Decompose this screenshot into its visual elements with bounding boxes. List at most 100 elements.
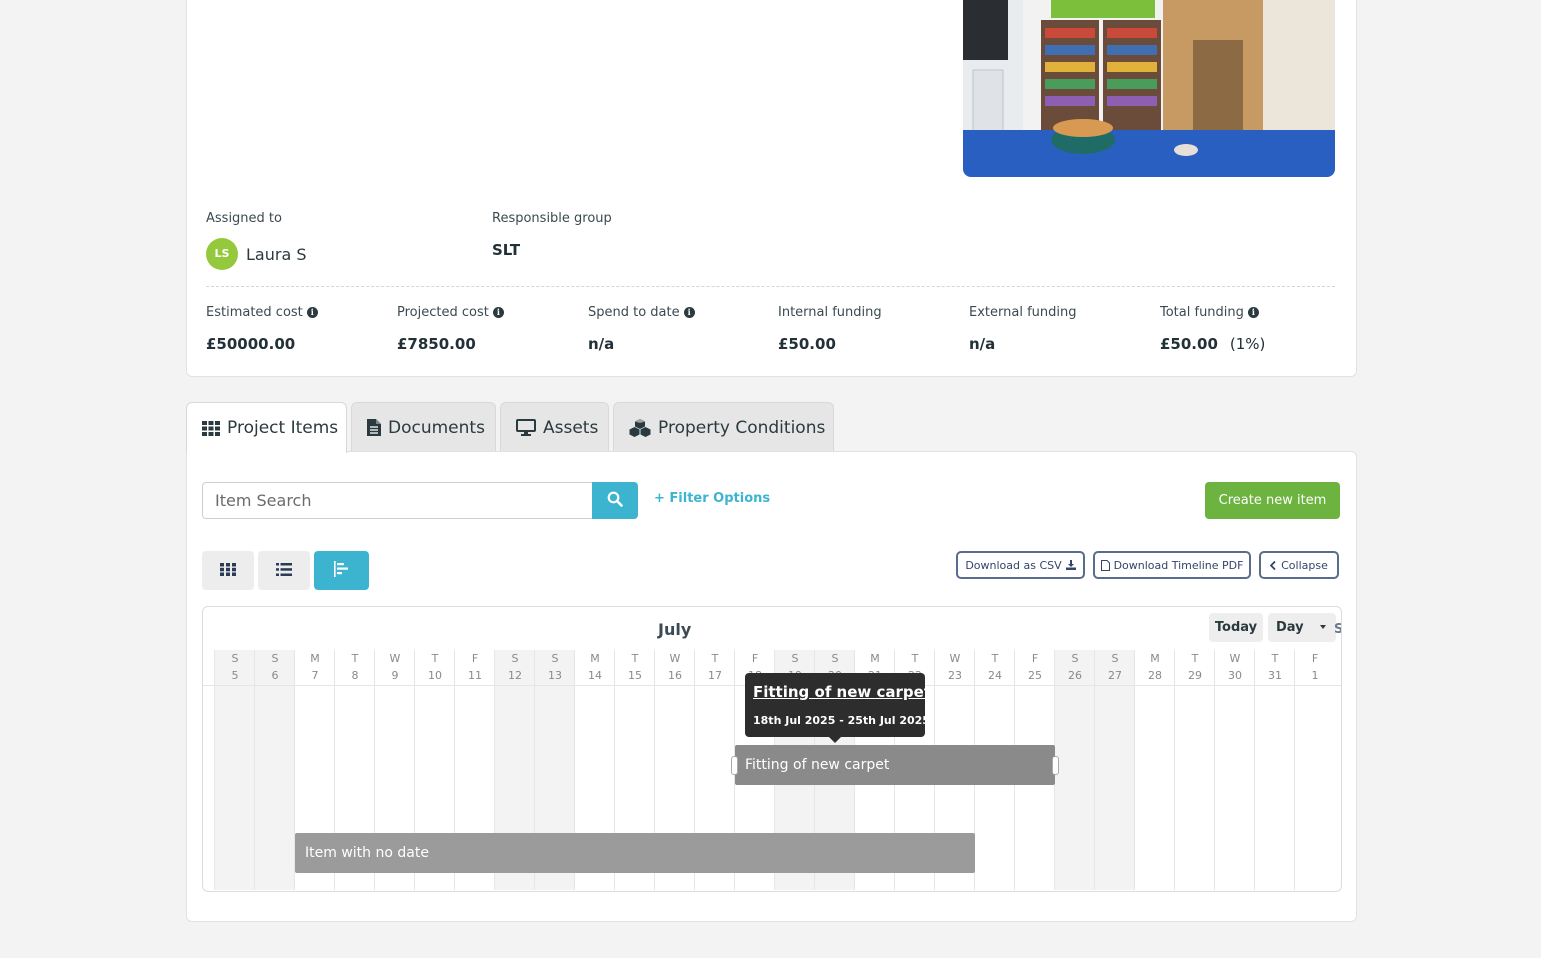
bar-label: Item with no date [305, 845, 429, 861]
section-divider [206, 286, 1335, 287]
timeline-chart: July Today Day S S5S6M7T8W9T10F11S12S13M… [202, 606, 1342, 892]
button-label: Collapse [1281, 558, 1328, 572]
view-scale-value: Day [1276, 620, 1304, 635]
project-photo [963, 0, 1335, 177]
timeline-day-header: F1 [1295, 650, 1335, 684]
list-icon [276, 561, 292, 580]
day-number: 25 [1028, 669, 1042, 682]
caret-down-icon [1320, 625, 1326, 629]
collapse-button[interactable]: Collapse [1259, 551, 1339, 579]
day-number: 13 [548, 669, 562, 682]
timeline-day-header: M 28 [1135, 650, 1175, 684]
timeline-month: July [658, 620, 692, 639]
day-letter: F [1311, 652, 1319, 665]
day-number: 29 [1188, 669, 1202, 682]
timeline-day-header: T 31 [1255, 650, 1295, 684]
timeline-view-button[interactable] [314, 551, 369, 590]
internal-funding-value: £50.00 [778, 335, 836, 353]
day-number: 11 [468, 669, 482, 682]
projected-cost-label: Projected cost i [397, 305, 504, 320]
day-number: 12 [508, 669, 522, 682]
bar-tooltip: Fitting of new carpet 18th Jul 2025 - 25… [745, 673, 931, 743]
resize-handle-start[interactable] [731, 756, 738, 775]
download-timeline-pdf-button[interactable]: Download Timeline PDF [1093, 551, 1251, 579]
search-icon [607, 491, 623, 511]
total-funding-value: £50.00 (1%) [1160, 335, 1266, 353]
timeline-day-header: T 24 [975, 650, 1015, 684]
day-number: 16 [668, 669, 682, 682]
timeline-day-header: W 16 [655, 650, 695, 684]
timeline-day-column: F1 [1294, 650, 1334, 890]
search-button[interactable] [592, 482, 638, 519]
timeline-day-column: W 30 [1214, 650, 1254, 890]
day-number: 6 [271, 669, 279, 682]
info-icon[interactable]: i [683, 307, 695, 318]
avatar: LS [206, 238, 238, 270]
info-icon[interactable]: i [1247, 307, 1259, 318]
timeline-bar-fitting-carpet[interactable]: Fitting of new carpet [731, 745, 1059, 785]
day-number: 17 [708, 669, 722, 682]
day-letter: F [751, 652, 759, 665]
list-view-button[interactable] [258, 551, 310, 590]
day-letter: M [590, 652, 600, 665]
timeline-day-header: S 27 [1095, 650, 1135, 684]
tab-project-items[interactable]: Project Items [186, 402, 347, 453]
estimated-cost-label: Estimated cost i [206, 305, 318, 320]
day-letter: S [551, 652, 559, 665]
tooltip-arrow [829, 737, 841, 743]
timeline-day-header: T 17 [695, 650, 735, 684]
monitor-icon [516, 419, 536, 436]
grid-view-button[interactable] [202, 551, 254, 590]
create-new-item-button[interactable]: Create new item [1205, 482, 1340, 519]
day-letter: S [231, 652, 239, 665]
button-label: Download as CSV [965, 558, 1062, 572]
grid-icon [202, 420, 220, 436]
search-input[interactable] [202, 482, 592, 519]
assigned-user-name[interactable]: Laura S [246, 245, 306, 264]
info-icon[interactable]: i [492, 307, 504, 318]
day-letter: W [949, 652, 961, 665]
timeline-day-header: T 29 [1175, 650, 1215, 684]
day-letter: M [1150, 652, 1160, 665]
tab-assets[interactable]: Assets [500, 402, 609, 452]
timeline-day-column: M 28 [1134, 650, 1174, 890]
tab-property-conditions[interactable]: Property Conditions [613, 402, 834, 452]
timeline-day-column: S 26 [1054, 650, 1094, 890]
tooltip-dates: 18th Jul 2025 - 25th Jul 2025 [753, 714, 930, 727]
estimated-cost-value: £50000.00 [206, 335, 296, 353]
timeline-bar-no-date[interactable]: Item with no date [295, 833, 975, 873]
tab-label: Property Conditions [658, 417, 826, 438]
day-letter: S [1071, 652, 1079, 665]
view-scale-select[interactable]: Day [1268, 613, 1336, 642]
timeline-day-header: F 25 [1015, 650, 1055, 684]
timeline-day-header: M 14 [575, 650, 615, 684]
day-letter: W [669, 652, 681, 665]
day-number: 31 [1268, 669, 1282, 682]
resize-handle-end[interactable] [1052, 756, 1059, 775]
info-icon[interactable]: i [306, 307, 318, 318]
timeline-day-header: S 13 [535, 650, 575, 684]
projected-cost-value: £7850.00 [397, 335, 476, 353]
day-number: 1 [1311, 669, 1319, 682]
day-letter: W [389, 652, 401, 665]
tooltip-title: Fitting of new carpet [753, 683, 931, 701]
day-number: 10 [428, 669, 442, 682]
button-label: Download Timeline PDF [1113, 558, 1244, 572]
internal-funding-label: Internal funding [778, 305, 882, 320]
tab-documents[interactable]: Documents [351, 402, 496, 452]
total-funding-label: Total funding i [1160, 305, 1259, 320]
tab-label: Project Items [227, 418, 339, 438]
download-csv-button[interactable]: Download as CSV [956, 551, 1085, 579]
external-funding-label: External funding [969, 305, 1077, 320]
day-number: 14 [588, 669, 602, 682]
assigned-to-label: Assigned to [206, 211, 282, 226]
timeline-day-header: S5 [215, 650, 255, 684]
day-number: 7 [311, 669, 319, 682]
today-button[interactable]: Today [1209, 613, 1263, 642]
timeline-day-header: T 10 [415, 650, 455, 684]
timeline-day-header: S6 [255, 650, 295, 684]
external-funding-value: n/a [969, 335, 996, 353]
grid-icon [220, 561, 236, 580]
chevron-left-icon [1270, 560, 1276, 570]
filter-options-link[interactable]: + Filter Options [654, 491, 770, 506]
